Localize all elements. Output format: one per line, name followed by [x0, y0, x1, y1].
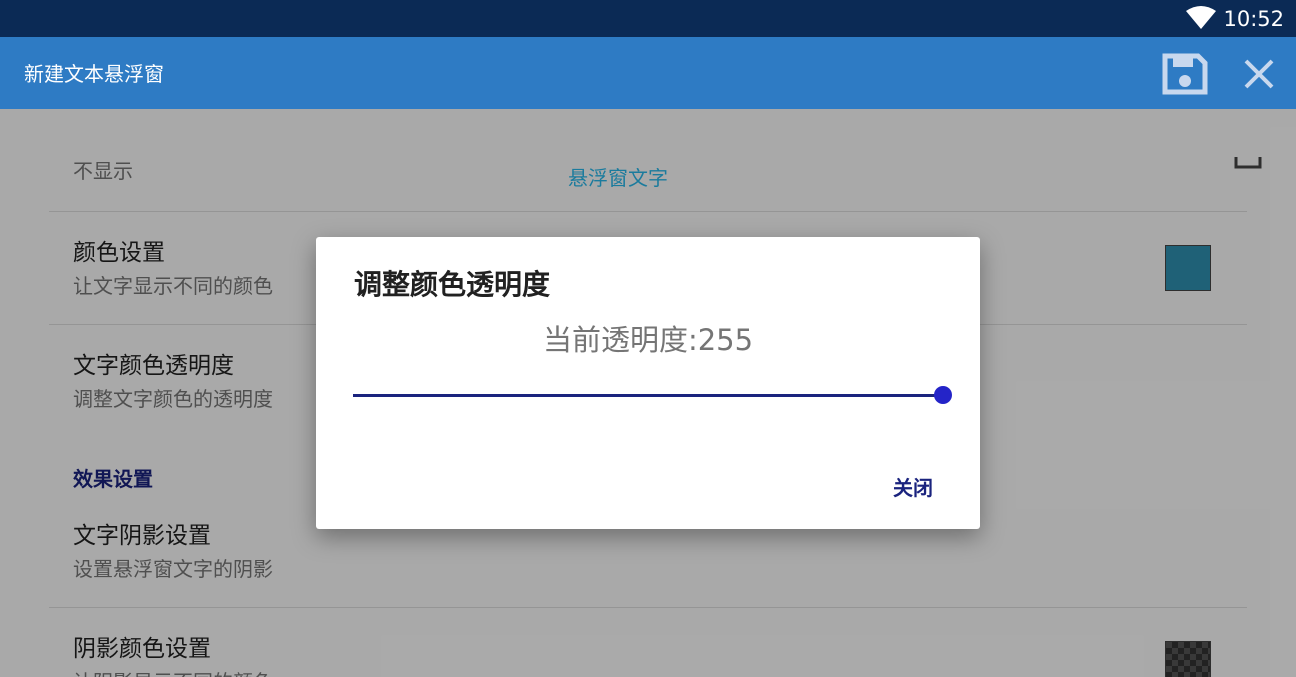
- save-icon[interactable]: [1162, 53, 1208, 95]
- slider-thumb[interactable]: [934, 386, 952, 404]
- dialog-title: 调整颜色透明度: [354, 268, 551, 301]
- wifi-icon: [1186, 6, 1216, 29]
- slider-track[interactable]: [353, 394, 943, 397]
- status-time: 10:52: [1223, 7, 1284, 31]
- status-bar: 10:52: [0, 0, 1296, 37]
- current-alpha-text: 当前透明度:255: [542, 323, 754, 357]
- app-bar: 新建文本悬浮窗: [0, 37, 1296, 109]
- alpha-dialog: 调整颜色透明度 当前透明度:255 关闭: [316, 237, 980, 529]
- close-icon[interactable]: [1240, 56, 1278, 92]
- alpha-slider[interactable]: [353, 383, 953, 407]
- app-title: 新建文本悬浮窗: [24, 62, 164, 86]
- close-button[interactable]: 关闭: [876, 471, 950, 505]
